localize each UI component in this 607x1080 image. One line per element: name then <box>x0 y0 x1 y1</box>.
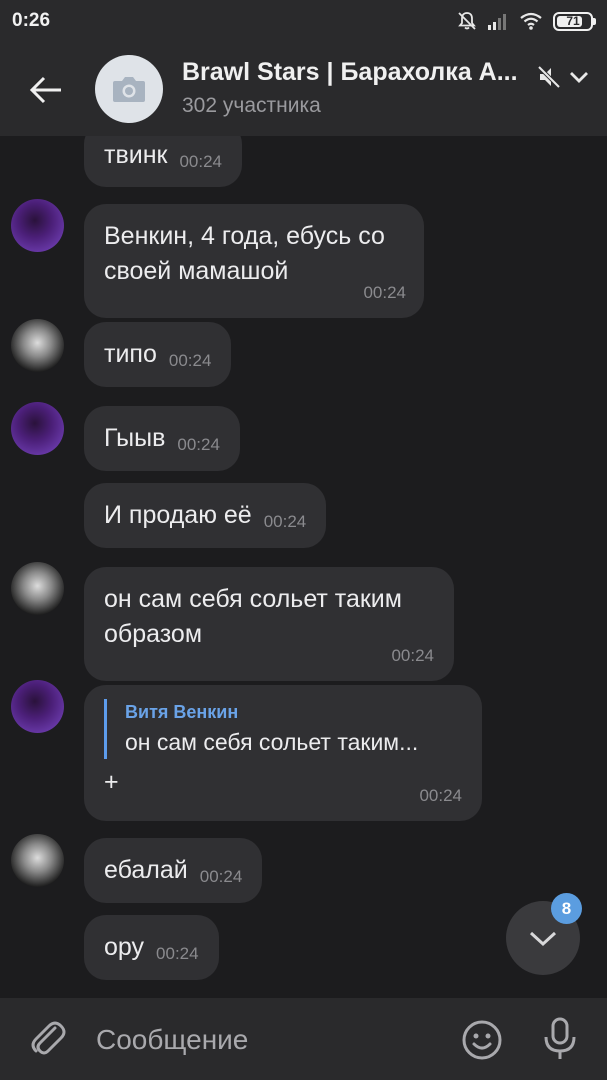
avatar[interactable] <box>11 562 64 615</box>
message-text: Гыыв <box>104 424 166 452</box>
avatar[interactable] <box>11 680 64 733</box>
message-time: 00:24 <box>199 867 243 886</box>
avatar[interactable] <box>11 319 64 372</box>
message-bubble[interactable]: он сам себя сольет таким образом 00:24 <box>84 567 454 681</box>
composer-bar <box>0 998 607 1080</box>
emoji-icon[interactable] <box>460 1018 504 1062</box>
attach-icon[interactable] <box>28 1018 68 1060</box>
member-count: 302 участника <box>182 94 321 117</box>
message-time: 00:24 <box>177 435 220 454</box>
message-text: ору <box>104 933 145 961</box>
chat-header: Brawl Stars | Барахолка А... 302 участни… <box>0 44 607 136</box>
message-bubble[interactable]: Гыыв 00:24 <box>84 406 240 471</box>
message-bubble[interactable]: ебалай 00:24 <box>84 838 263 903</box>
message-input[interactable] <box>96 1020 426 1060</box>
message-text: Венкин, 4 года, ебусь со своей мамашой <box>104 222 385 285</box>
message-text: типо <box>104 340 157 368</box>
status-bar: 0:26 71 <box>0 0 607 44</box>
chevron-down-icon[interactable] <box>568 68 590 86</box>
signal-icon <box>488 14 506 30</box>
reply-text: он сам себя сольет таким... <box>125 729 419 755</box>
message-time: 00:24 <box>263 512 307 531</box>
message-time: 00:24 <box>168 351 212 370</box>
mute-icon[interactable] <box>536 64 562 90</box>
camera-icon <box>113 77 145 102</box>
status-time: 0:26 <box>12 10 51 31</box>
message-text: твинк <box>104 141 168 169</box>
message-bubble[interactable]: типо 00:24 <box>84 322 232 387</box>
message-text: И продаю её <box>104 501 252 529</box>
battery-level: 71 <box>566 14 580 28</box>
message-time: 00:24 <box>179 152 222 171</box>
message-bubble[interactable]: Витя Венкин он сам себя сольет таким... … <box>84 685 482 821</box>
message-bubble[interactable]: ору 00:24 <box>84 915 219 980</box>
message-bubble[interactable]: твинк 00:24 <box>84 136 242 187</box>
avatar[interactable] <box>11 834 64 887</box>
message-bubble[interactable]: Венкин, 4 года, ебусь со своей мамашой 0… <box>84 204 424 318</box>
unread-badge: 8 <box>551 893 582 924</box>
message-bubble[interactable]: И продаю её 00:24 <box>84 483 327 548</box>
back-button[interactable] <box>22 68 70 112</box>
microphone-icon[interactable] <box>538 1016 582 1062</box>
avatar[interactable] <box>11 199 64 252</box>
message-text: он сам себя сольет таким образом <box>104 585 402 648</box>
wifi-icon <box>520 12 542 30</box>
message-time: 00:24 <box>156 944 199 963</box>
message-time: 00:24 <box>419 786 462 805</box>
message-list[interactable]: твинк 00:24 Венкин, 4 года, ебусь со свое… <box>0 136 607 998</box>
chevron-down-icon <box>529 931 557 947</box>
chat-title[interactable]: Brawl Stars | Барахолка А... <box>182 58 522 87</box>
avatar[interactable] <box>11 402 64 455</box>
message-text: ебалай <box>104 856 188 884</box>
battery-icon: 71 <box>553 11 596 31</box>
bell-off-icon <box>458 12 476 30</box>
back-arrow-icon <box>29 76 61 104</box>
chat-avatar[interactable] <box>95 55 163 123</box>
reply-author: Витя Венкин <box>125 702 239 722</box>
reply-quote[interactable]: Витя Венкин он сам себя сольет таким... <box>104 699 462 759</box>
